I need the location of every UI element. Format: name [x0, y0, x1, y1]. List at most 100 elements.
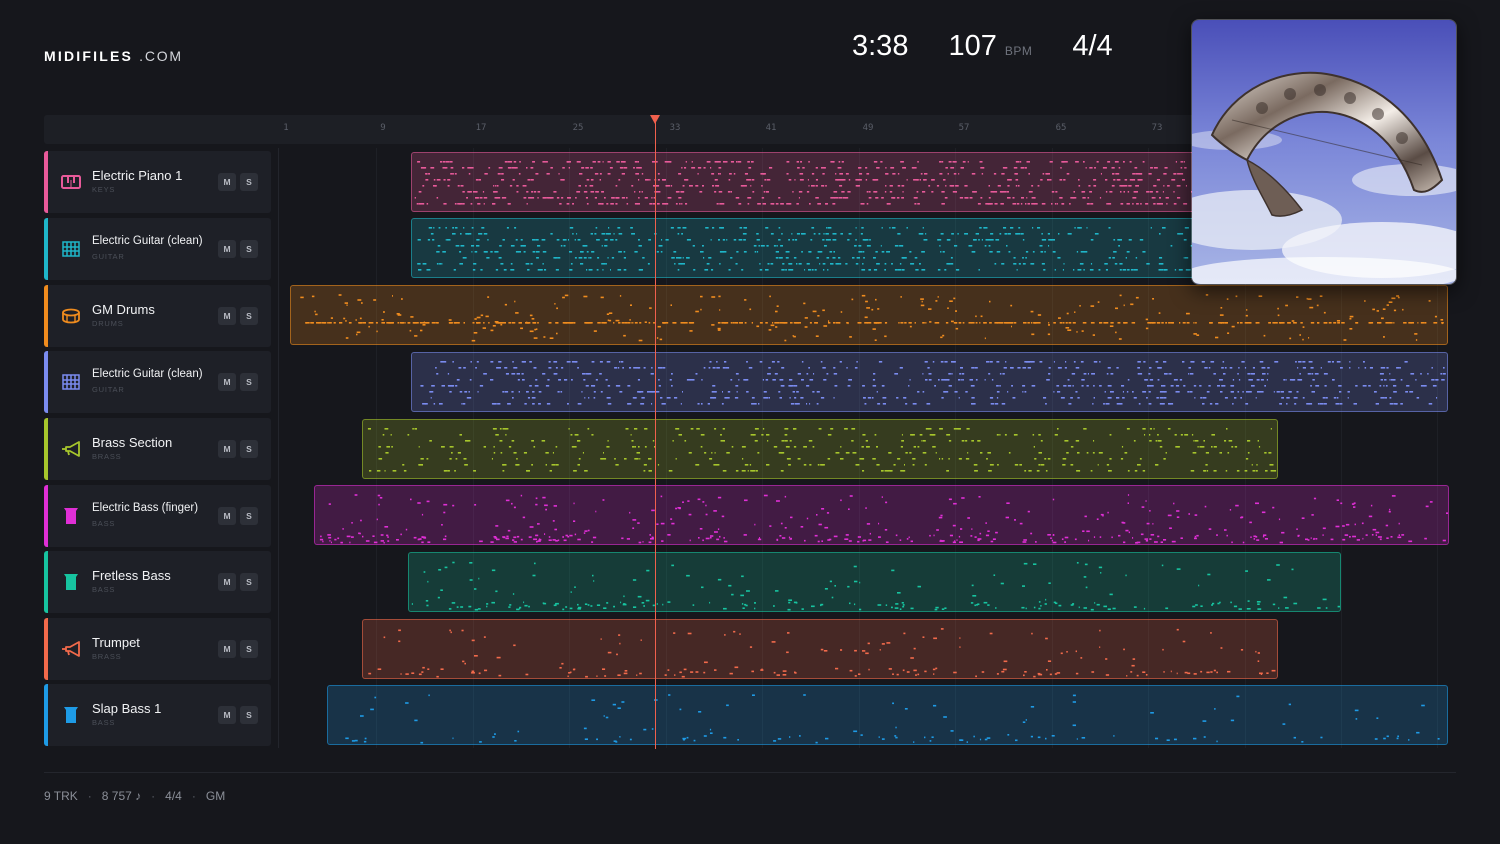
solo-button[interactable]: S [240, 373, 258, 391]
note-mark [601, 191, 604, 193]
note-mark [465, 233, 468, 235]
track-header[interactable]: Electric Piano 1 KEYS M S [44, 151, 271, 213]
track-header[interactable]: Electric Guitar (clean) GUITAR M S [44, 351, 271, 413]
note-mark [823, 167, 826, 169]
track-header[interactable]: Electric Guitar (clean) GUITAR M S [44, 218, 271, 280]
note-mark [1405, 391, 1408, 393]
midi-clip[interactable] [411, 352, 1448, 412]
track-header[interactable]: Slap Bass 1 BASS M S [44, 684, 271, 746]
note-mark [514, 300, 516, 303]
note-pattern [367, 428, 1277, 472]
note-mark [1333, 397, 1337, 399]
mute-button[interactable]: M [218, 706, 236, 724]
note-mark [859, 581, 861, 584]
note-mark [866, 203, 869, 205]
mute-button[interactable]: M [218, 640, 236, 658]
note-mark [951, 320, 954, 323]
note-mark [569, 534, 573, 537]
note-mark [1070, 464, 1074, 466]
note-mark [670, 185, 673, 187]
solo-button[interactable]: S [240, 307, 258, 325]
note-mark [695, 464, 700, 466]
solo-button[interactable]: S [240, 173, 258, 191]
note-mark [766, 245, 768, 247]
note-mark [527, 179, 531, 181]
note-mark [1150, 322, 1155, 324]
track-header[interactable]: Brass Section BRASS M S [44, 418, 271, 480]
note-mark [738, 239, 743, 241]
note-mark [784, 434, 788, 436]
note-mark [804, 269, 806, 271]
note-mark [392, 295, 393, 297]
note-mark [590, 605, 593, 607]
note-mark [999, 434, 1001, 436]
note-mark [1194, 537, 1197, 540]
track-color-stripe [44, 684, 48, 746]
note-mark [495, 590, 498, 593]
mute-button[interactable]: M [218, 240, 236, 258]
note-mark [1370, 504, 1373, 507]
note-mark [1051, 239, 1055, 241]
playhead[interactable] [650, 115, 660, 749]
note-mark [607, 173, 611, 175]
note-mark [478, 233, 482, 235]
note-mark [1127, 470, 1130, 472]
note-mark [784, 440, 788, 442]
note-mark [1209, 322, 1212, 324]
mute-button[interactable]: M [218, 307, 236, 325]
note-mark [795, 239, 798, 241]
solo-button[interactable]: S [240, 507, 258, 525]
note-mark [1379, 373, 1384, 375]
note-mark [897, 185, 901, 187]
midi-clip[interactable] [327, 685, 1448, 745]
midi-clip[interactable] [362, 419, 1278, 479]
note-mark [1183, 385, 1186, 387]
midi-clip[interactable] [290, 285, 1448, 345]
note-mark [827, 458, 831, 460]
note-mark [1091, 373, 1095, 375]
solo-button[interactable]: S [240, 573, 258, 591]
note-mark [922, 322, 925, 324]
track-header[interactable]: Fretless Bass BASS M S [44, 551, 271, 613]
midi-clip[interactable] [314, 485, 1449, 545]
note-mark [1389, 403, 1392, 405]
solo-button[interactable]: S [240, 440, 258, 458]
playhead-marker-icon[interactable] [650, 115, 660, 124]
note-mark [643, 367, 646, 369]
note-mark [1032, 385, 1036, 387]
note-mark [747, 470, 749, 472]
note-mark [632, 446, 635, 448]
note-mark [996, 434, 999, 436]
note-mark [345, 320, 347, 322]
note-mark [1224, 322, 1228, 324]
note-mark [584, 530, 588, 532]
note-mark [996, 361, 1000, 363]
note-mark [429, 440, 432, 442]
mute-button[interactable]: M [218, 573, 236, 591]
track-header[interactable]: Electric Bass (finger) BASS M S [44, 485, 271, 547]
note-mark [744, 603, 747, 606]
note-mark [776, 305, 779, 307]
note-mark [1090, 470, 1093, 472]
note-mark [697, 173, 699, 175]
note-mark [1237, 322, 1239, 324]
track-header[interactable]: GM Drums DRUMS M S [44, 285, 271, 347]
note-mark [443, 503, 448, 506]
note-mark [1242, 541, 1245, 544]
solo-button[interactable]: S [240, 240, 258, 258]
solo-button[interactable]: S [240, 706, 258, 724]
note-mark [1010, 179, 1012, 181]
mute-button[interactable]: M [218, 440, 236, 458]
track-header[interactable]: Trumpet BRASS M S [44, 618, 271, 680]
mute-button[interactable]: M [218, 173, 236, 191]
note-mark [1088, 185, 1091, 187]
note-mark [1246, 391, 1249, 393]
mute-button[interactable]: M [218, 507, 236, 525]
note-mark [505, 373, 509, 375]
note-mark [1193, 673, 1197, 675]
solo-button[interactable]: S [240, 640, 258, 658]
mute-button[interactable]: M [218, 373, 236, 391]
note-mark [828, 322, 831, 324]
midi-clip[interactable] [362, 619, 1278, 679]
midi-clip[interactable] [408, 552, 1341, 612]
